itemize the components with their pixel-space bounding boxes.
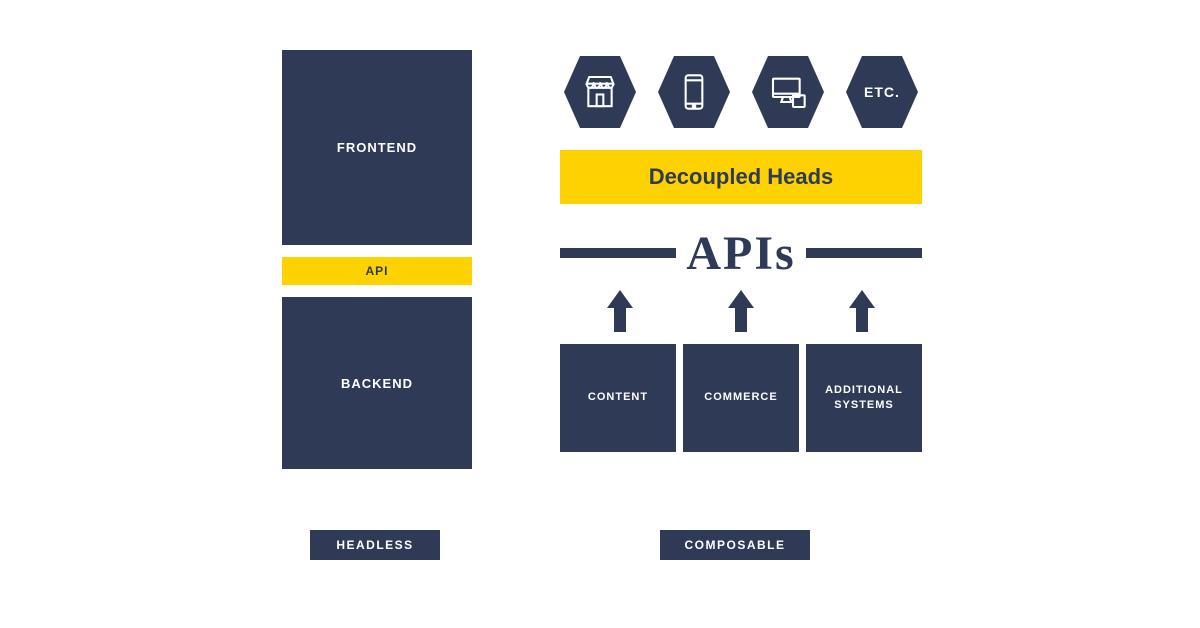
decoupled-heads-label: Decoupled Heads xyxy=(560,150,922,204)
frontend-label: FRONTEND xyxy=(282,50,472,245)
apis-line-right xyxy=(806,248,922,258)
storefront-icon xyxy=(560,52,640,132)
service-content: CONTENT xyxy=(560,344,676,452)
apis-line-left xyxy=(560,248,676,258)
headless-column: FRONTEND API BACKEND xyxy=(282,50,472,469)
arrow-row xyxy=(560,290,922,332)
arrow-up-icon xyxy=(730,290,752,332)
api-label: API xyxy=(282,257,472,285)
diagram-root: FRONTEND API BACKEND HEADLESS xyxy=(0,0,1200,628)
api-block: API xyxy=(282,257,472,285)
services-row: CONTENT COMMERCE ADDITIONAL SYSTEMS xyxy=(560,344,922,452)
apis-label: APIs xyxy=(686,226,795,281)
backend-block: BACKEND xyxy=(282,297,472,469)
headless-caption: HEADLESS xyxy=(310,530,440,560)
mobile-svg xyxy=(674,72,714,112)
etc-label: ETC. xyxy=(864,84,900,100)
backend-label: BACKEND xyxy=(282,297,472,469)
service-commerce: COMMERCE xyxy=(683,344,799,452)
arrow-up-icon xyxy=(851,290,873,332)
frontend-block: FRONTEND xyxy=(282,50,472,245)
mobile-icon xyxy=(654,52,734,132)
etc-icon: ETC. xyxy=(842,52,922,132)
arrow-up-icon xyxy=(609,290,631,332)
composable-caption: COMPOSABLE xyxy=(660,530,810,560)
desktop-icon xyxy=(748,52,828,132)
composable-column: ETC. Decoupled Heads APIs CONTENT COMMER… xyxy=(560,52,922,452)
service-additional: ADDITIONAL SYSTEMS xyxy=(806,344,922,452)
decoupled-heads-block: Decoupled Heads xyxy=(560,150,922,204)
apis-divider: APIs xyxy=(560,228,922,278)
desktop-svg xyxy=(768,72,808,112)
heads-row: ETC. xyxy=(560,52,922,132)
storefront-svg xyxy=(580,72,620,112)
